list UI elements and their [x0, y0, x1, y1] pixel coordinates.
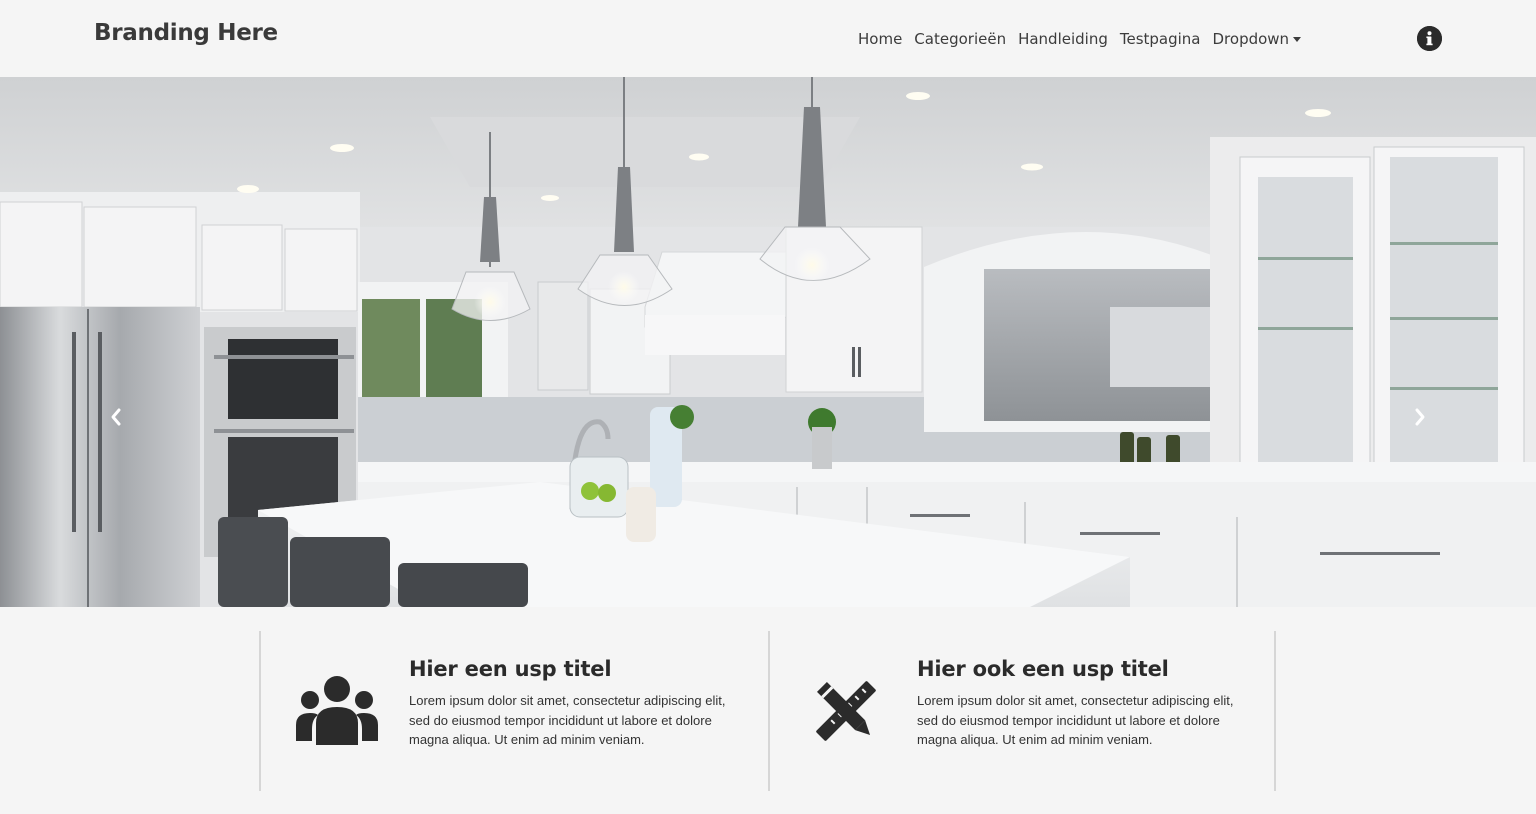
- carousel-next-button[interactable]: [1408, 402, 1432, 432]
- info-circle-icon: [1417, 26, 1442, 51]
- usp-text: Lorem ipsum dolor sit amet, consectetur …: [409, 693, 726, 747]
- brand-logo[interactable]: Branding Here: [94, 20, 278, 46]
- usp-divider: [1274, 631, 1276, 791]
- users-icon: [296, 676, 378, 745]
- nav-link-testpagina[interactable]: Testpagina: [1114, 30, 1207, 48]
- usp-divider: [768, 631, 770, 791]
- usp-text: Lorem ipsum dolor sit amet, consectetur …: [917, 693, 1234, 747]
- navbar: Branding Here Home Categorieën Handleidi…: [0, 0, 1536, 77]
- nav-link-categorieen[interactable]: Categorieën: [908, 30, 1012, 48]
- main-nav: Home Categorieën Handleiding Testpagina …: [852, 28, 1307, 50]
- chevron-left-icon: [111, 408, 121, 426]
- usp-title: Hier een usp titel: [409, 657, 612, 681]
- nav-link-home[interactable]: Home: [852, 30, 908, 48]
- nav-dropdown-label: Dropdown: [1212, 30, 1290, 48]
- nav-dropdown-toggle[interactable]: Dropdown: [1207, 30, 1308, 48]
- hero-carousel: [0, 77, 1536, 607]
- chevron-right-icon: [1415, 408, 1425, 426]
- usp-divider: [259, 631, 261, 791]
- carousel-prev-button[interactable]: [104, 402, 128, 432]
- nav-link-handleiding[interactable]: Handleiding: [1012, 30, 1114, 48]
- pencil-ruler-icon: [816, 681, 876, 741]
- usp-title: Hier ook een usp titel: [917, 657, 1169, 681]
- hero-kitchen-image: [0, 77, 1536, 607]
- usp-section: Hier een usp titel Lorem ipsum dolor sit…: [0, 607, 1536, 814]
- caret-down-icon: [1293, 36, 1302, 42]
- info-button[interactable]: [1417, 26, 1442, 51]
